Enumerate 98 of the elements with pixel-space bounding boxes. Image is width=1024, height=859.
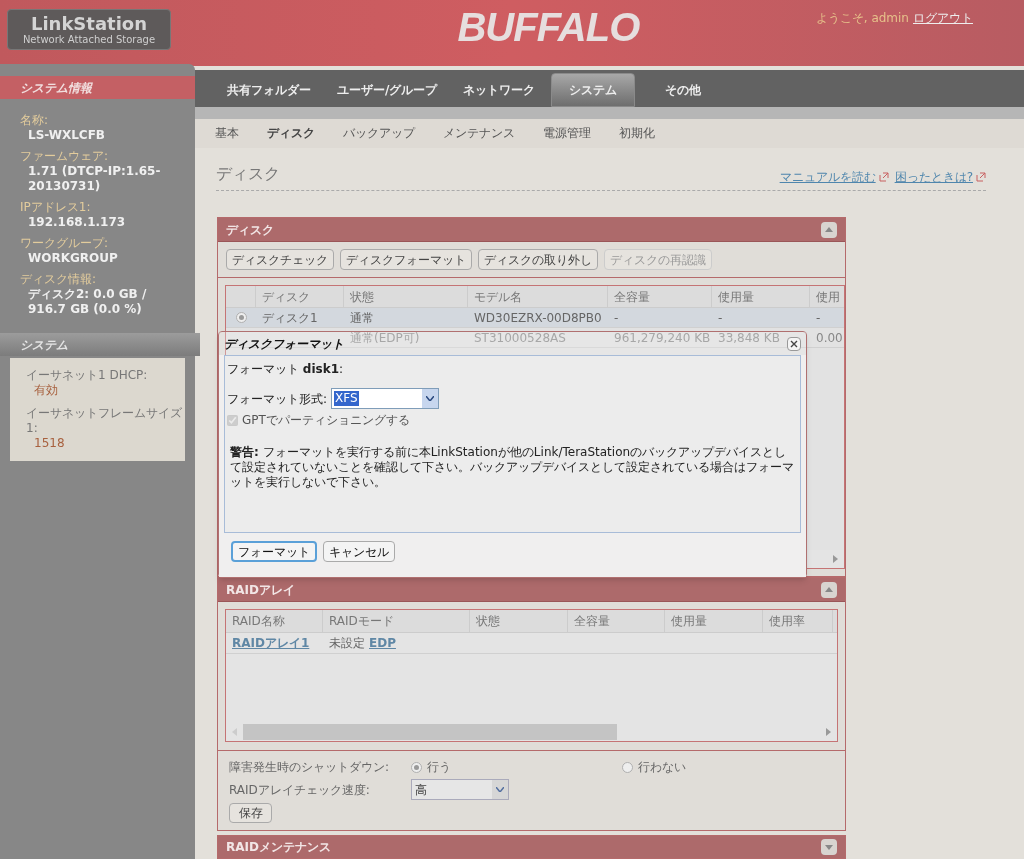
table-cell-text: 通常: [350, 309, 374, 327]
radio-button[interactable]: [622, 761, 633, 773]
save-button[interactable]: 保存: [229, 803, 272, 823]
column-header: RAIDモード: [329, 613, 394, 630]
warning-text: 警告: フォーマットを実行する前に本LinkStationが他のLink/TeraStationのバックアップデバイスとして設定されていないことを確認して下さい。バックアップデバイスとして設定されている場合はフォーマットを実行しないで下さい。: [229, 445, 795, 490]
info-value: ディスク2: 0.0 GB / 916.7 GB (0.0 %): [27, 287, 148, 317]
brand-title: LinkStation: [30, 13, 148, 34]
info-value: 192.168.1.173: [27, 215, 127, 230]
info-label: IPアドレス1:: [20, 200, 92, 215]
column-header: 状態: [476, 613, 500, 630]
collapse-button[interactable]: [821, 581, 837, 598]
help-link[interactable]: マニュアルを読む: [779, 168, 876, 186]
radio-button[interactable]: [411, 761, 422, 773]
table-cell-text: -: [816, 309, 821, 327]
help-link[interactable]: 困ったときは?: [894, 168, 973, 186]
table-cell-text: ディスク1: [262, 309, 318, 327]
nav-tab[interactable]: 共有フォルダー: [217, 73, 321, 108]
checkbox-label: GPTでパーティショニングする: [242, 412, 410, 429]
speed-select[interactable]: 高: [411, 779, 509, 800]
dialog-heading: フォーマット disk1:: [227, 361, 345, 378]
scroll-left-icon: [232, 728, 237, 736]
info-label: イーサネット1 DHCP:: [26, 368, 149, 383]
info-value: 1.71 (DTCP-IP:1.65-20130731): [27, 164, 162, 194]
sub-nav-tab[interactable]: バックアップ: [343, 124, 415, 143]
table-cell-text: 通常(EDP可): [350, 329, 420, 347]
radio-button[interactable]: [235, 312, 247, 323]
sub-nav-tab[interactable]: メンテナンス: [443, 124, 515, 143]
dialog-title: ディスクフォーマット: [224, 335, 344, 353]
toolbar-button[interactable]: ディスクフォーマット: [340, 249, 472, 270]
external-link-icon: [878, 172, 889, 182]
nav-tab[interactable]: ユーザー/グループ: [327, 73, 448, 108]
caret-down-icon: [825, 844, 833, 850]
info-value: 有効: [33, 383, 59, 398]
dropdown-caret-icon: [426, 396, 434, 401]
info-label: ワークグループ:: [20, 236, 110, 251]
column-header: 使用量: [671, 613, 707, 630]
toolbar-button[interactable]: ディスクの取り外し: [478, 249, 598, 270]
external-link-icon: [976, 172, 986, 182]
info-label: 名称:: [20, 113, 50, 128]
scroll-right-icon: [826, 728, 831, 736]
caret-up-icon: [825, 227, 833, 232]
column-header: 全容量: [614, 288, 650, 306]
format-label: フォーマット形式:: [227, 390, 329, 408]
column-header: モデル名: [474, 288, 522, 306]
welcome-text: ようこそ, admin: [815, 10, 909, 27]
dialog-button[interactable]: キャンセル: [323, 541, 395, 562]
sub-nav-tab[interactable]: 初期化: [619, 124, 655, 143]
table-cell-text: WD30EZRX-00D8PB0: [474, 309, 602, 327]
setting-label: 障害発生時のシャットダウン:: [229, 759, 391, 776]
sub-nav-tab[interactable]: 基本: [215, 124, 239, 143]
page-title: ディスク: [216, 163, 280, 185]
panel-title: RAIDメンテナンス: [226, 839, 331, 856]
brand-logo: BUFFALO: [457, 5, 640, 49]
radio-label: 行う: [427, 759, 451, 776]
format-select[interactable]: XFS: [331, 388, 439, 409]
column-header: 使用率: [769, 613, 805, 630]
sidebar-section-title: システム: [0, 333, 200, 356]
info-label: ファームウェア:: [20, 149, 110, 164]
nav-tab[interactable]: システム: [551, 73, 636, 108]
setting-label: RAIDアレイチェック速度:: [229, 781, 371, 799]
brand-subtitle: Network Attached Storage: [22, 33, 156, 46]
logout-link[interactable]: ログアウト: [913, 9, 973, 27]
expand-button[interactable]: [821, 839, 837, 855]
column-header: 使用: [816, 288, 840, 306]
column-header: ディスク: [262, 288, 310, 306]
nav-tab[interactable]: ネットワーク: [453, 73, 546, 108]
column-header: 全容量: [574, 613, 610, 630]
sub-nav-tab[interactable]: ディスク: [267, 124, 315, 143]
column-header: 使用量: [718, 288, 754, 306]
table-cell-text: 未設定: [329, 635, 365, 652]
info-value: 1518: [33, 436, 66, 451]
dialog-button[interactable]: フォーマット: [231, 541, 317, 562]
table-link[interactable]: EDP: [369, 634, 396, 652]
info-label: ディスク情報:: [20, 272, 98, 287]
info-value: WORKGROUP: [27, 251, 119, 266]
scroll-right-icon: [833, 555, 838, 563]
column-header: RAID名称: [232, 613, 285, 630]
radio-label: 行わない: [638, 759, 686, 776]
info-value: LS-WXLCFB: [27, 128, 106, 143]
table-cell-text: 33,848 KB: [718, 329, 780, 347]
table-cell-text: 0.00: [816, 329, 843, 347]
table-link[interactable]: RAIDアレイ1: [232, 634, 310, 652]
toolbar-button[interactable]: ディスクチェック: [226, 249, 334, 270]
info-label: イーサネットフレームサイズ1:: [26, 406, 183, 436]
sub-nav-tab[interactable]: 電源管理: [543, 124, 591, 143]
table-cell-text: ST31000528AS: [474, 329, 566, 347]
table-cell-text: -: [614, 309, 619, 327]
panel-title: RAIDアレイ: [226, 581, 295, 599]
collapse-button[interactable]: [821, 221, 837, 238]
caret-up-icon: [825, 587, 833, 592]
table-cell-text: 961,279,240 KB: [614, 329, 711, 347]
close-icon: [790, 339, 798, 348]
scrollbar-thumb[interactable]: [243, 724, 617, 740]
table-cell-text: -: [718, 309, 723, 327]
nav-tab[interactable]: その他: [641, 73, 726, 108]
column-header: 状態: [350, 288, 374, 306]
dropdown-caret-icon: [496, 787, 504, 792]
panel-title: ディスク: [226, 221, 274, 239]
